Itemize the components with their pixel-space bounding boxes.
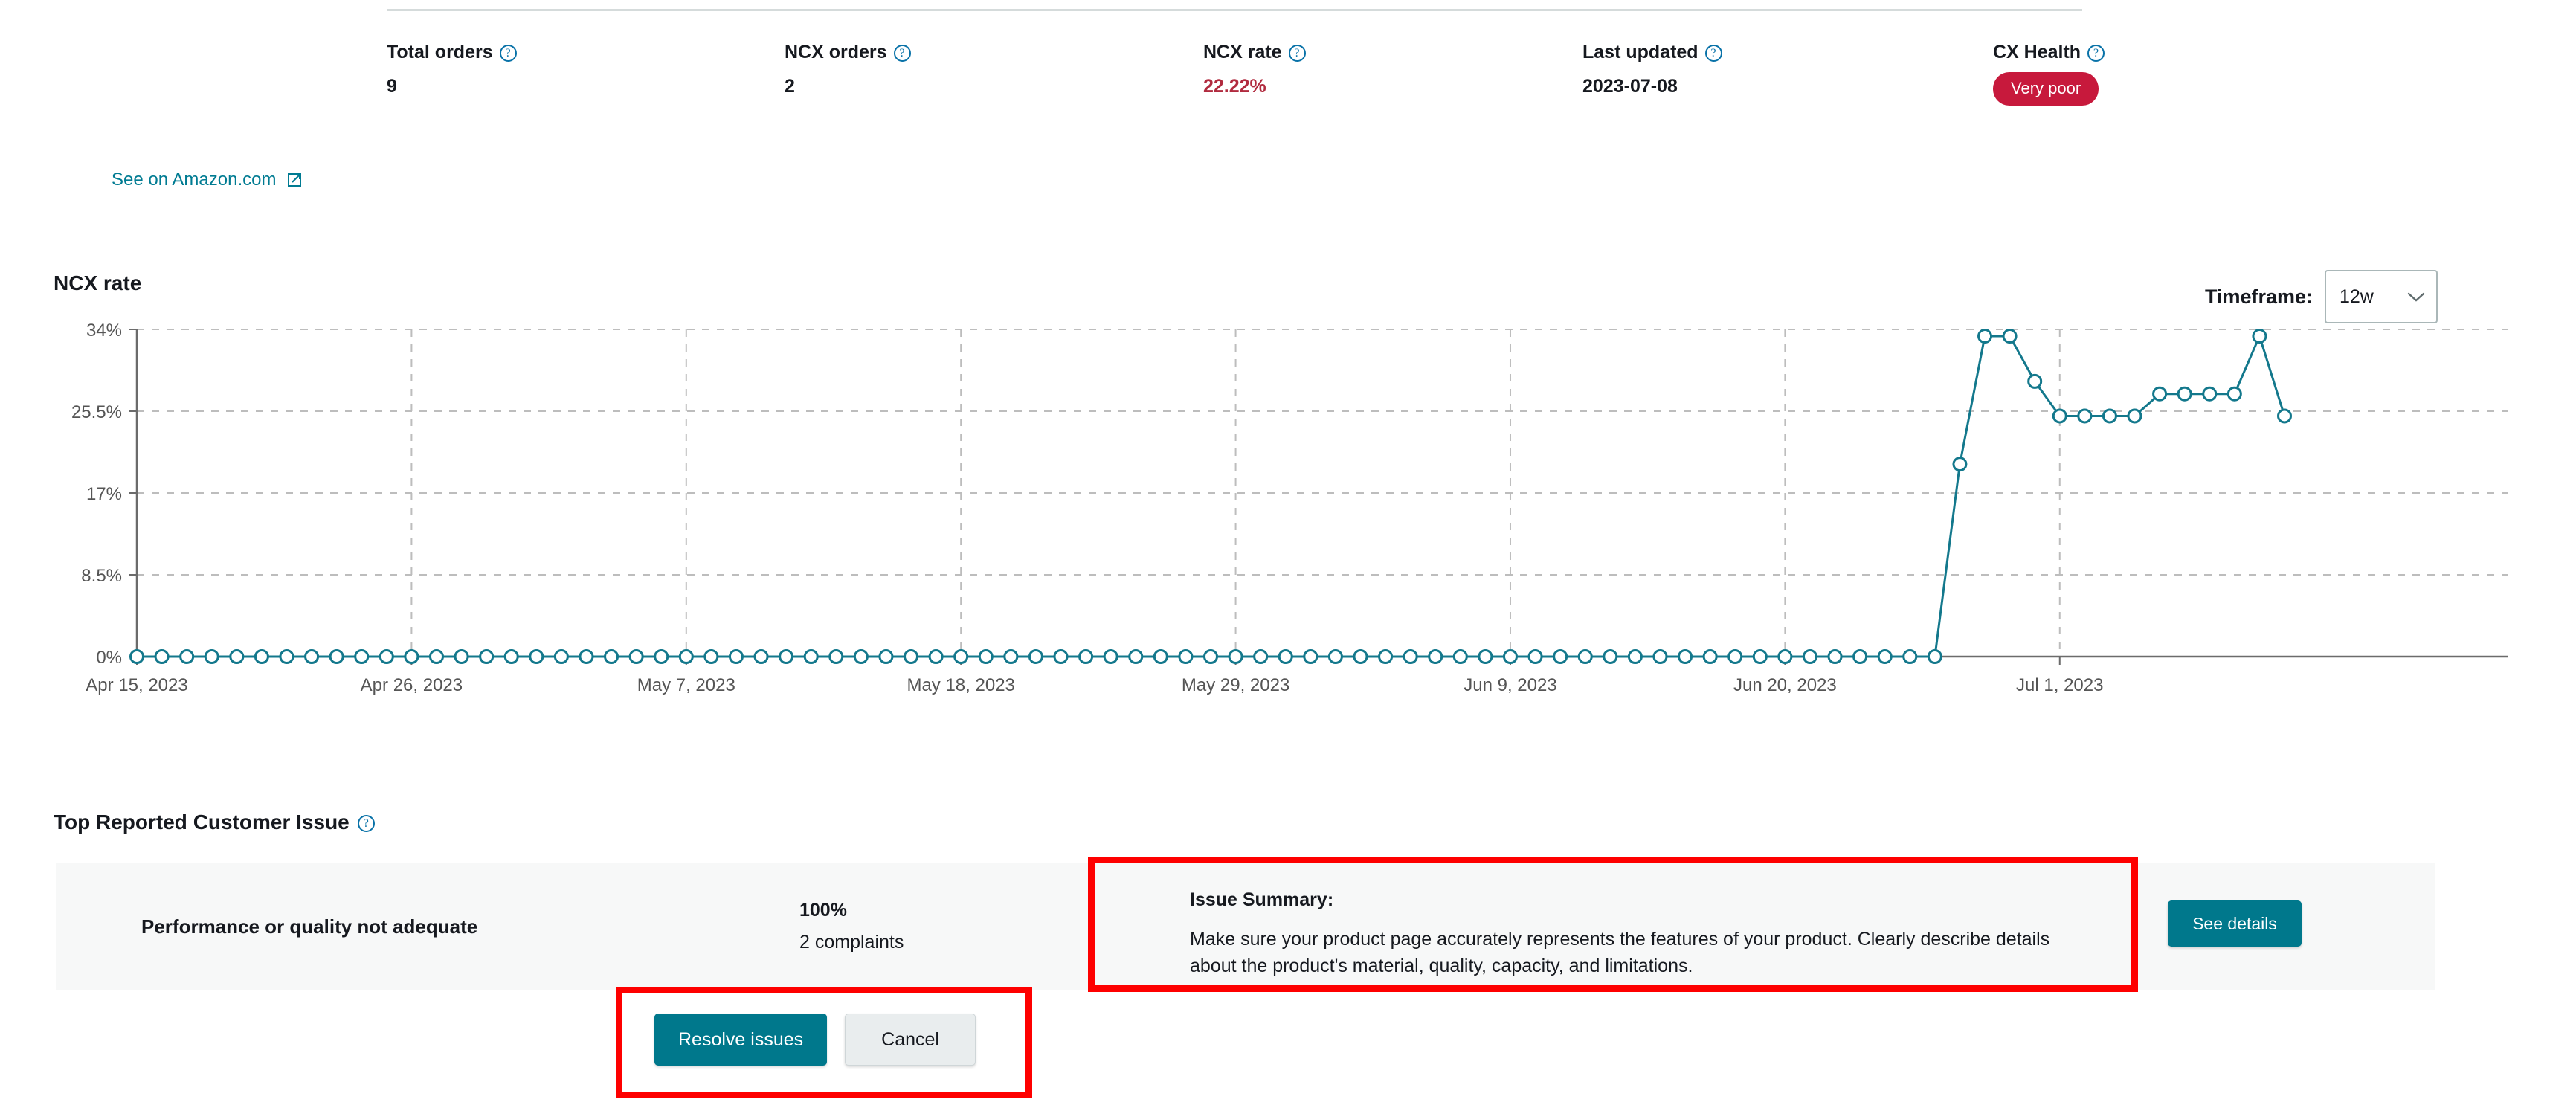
metric-label-text: CX Health [1993,43,2081,62]
see-on-amazon-label: See on Amazon.com [112,170,276,190]
help-icon[interactable]: ? [358,815,375,832]
svg-text:17%: 17% [86,484,122,504]
help-icon[interactable]: ? [894,45,911,62]
see-details-button[interactable]: See details [2168,900,2302,947]
metric-value: 22.22% [1203,77,1306,96]
help-icon[interactable]: ? [1705,45,1722,62]
svg-text:34%: 34% [86,323,122,341]
ncx-rate-line-chart: 0% 8.5% 17% 25.5% 34% Apr 15, 2023 Apr 26, 202… [54,323,2530,710]
issue-summary: Issue Summary: Make sure your product pa… [1190,889,2067,980]
metric-label-text: Total orders [387,43,493,62]
svg-text:Jun 9, 2023: Jun 9, 2023 [1464,675,1556,695]
metric-label: Total orders ? [387,43,517,62]
metric-value: 2 [785,77,911,96]
metric-label-text: Last updated [1582,43,1698,62]
issue-percentage: 100% [799,900,904,921]
cancel-button[interactable]: Cancel [845,1014,976,1066]
timeframe-label: Timeframe: [2205,286,2313,309]
svg-text:May 18, 2023: May 18, 2023 [907,675,1014,695]
resolve-issues-button[interactable]: Resolve issues [654,1014,827,1066]
svg-text:May 7, 2023: May 7, 2023 [637,675,735,695]
issue-name: Performance or quality not adequate [141,915,721,938]
section-title: Top Reported Customer Issue ? [54,811,375,834]
metric-ncx-orders: NCX orders ? 2 [785,43,911,96]
help-icon[interactable]: ? [2087,45,2105,62]
metric-ncx-rate: NCX rate ? 22.22% [1203,43,1306,96]
help-icon[interactable]: ? [500,45,517,62]
metric-label: NCX rate ? [1203,43,1306,62]
svg-text:25.5%: 25.5% [71,402,122,422]
svg-text:Jun 20, 2023: Jun 20, 2023 [1733,675,1837,695]
metric-value: 2023-07-08 [1582,77,1722,96]
metrics-divider [387,9,2082,11]
issue-summary-text: Make sure your product page accurately r… [1190,926,2067,980]
svg-text:Apr 26, 2023: Apr 26, 2023 [361,675,463,695]
action-buttons-row: Resolve issues Cancel [654,1014,976,1066]
metric-label-text: NCX rate [1203,43,1282,62]
section-title-text: Top Reported Customer Issue [54,811,350,834]
timeframe-selected-value: 12w [2340,286,2374,308]
product-summary-strip: Total orders ? 9 NCX orders ? 2 NCX rate… [0,0,2576,171]
metric-total-orders: Total orders ? 9 [387,43,517,96]
product-thumbnail-image [74,0,327,22]
metric-label: CX Health ? [1993,43,2105,62]
issue-complaints-count: 2 complaints [799,932,904,953]
chart-title: NCX rate [54,271,141,295]
external-link-icon [286,171,303,189]
svg-text:Jul 1, 2023: Jul 1, 2023 [2016,675,2103,695]
svg-text:8.5%: 8.5% [81,566,122,586]
chevron-down-icon [2406,291,2426,303]
timeframe-control: Timeframe: 12w [2205,270,2438,323]
svg-text:Apr 15, 2023: Apr 15, 2023 [86,675,187,695]
metric-label: Last updated ? [1582,43,1722,62]
timeframe-select[interactable]: 12w [2325,270,2438,323]
help-icon[interactable]: ? [1289,45,1306,62]
issue-summary-heading: Issue Summary: [1190,889,2067,911]
chart-svg: 0% 8.5% 17% 25.5% 34% Apr 15, 2023 Apr 26, 202… [54,323,2530,710]
issue-stats: 100% 2 complaints [799,900,904,953]
metric-value: 9 [387,77,517,96]
metric-last-updated: Last updated ? 2023-07-08 [1582,43,1722,96]
metric-label: NCX orders ? [785,43,911,62]
svg-text:May 29, 2023: May 29, 2023 [1182,675,1289,695]
ncx-rate-chart-section: NCX rate Timeframe: 12w 0% 8.5% 17% 25.5% 34… [0,264,2576,784]
metric-cx-health: CX Health ? Very poor [1993,43,2105,106]
status-badge: Very poor [1993,72,2099,106]
see-on-amazon-link[interactable]: See on Amazon.com [112,170,303,190]
metric-label-text: NCX orders [785,43,887,62]
svg-text:0%: 0% [96,648,122,668]
